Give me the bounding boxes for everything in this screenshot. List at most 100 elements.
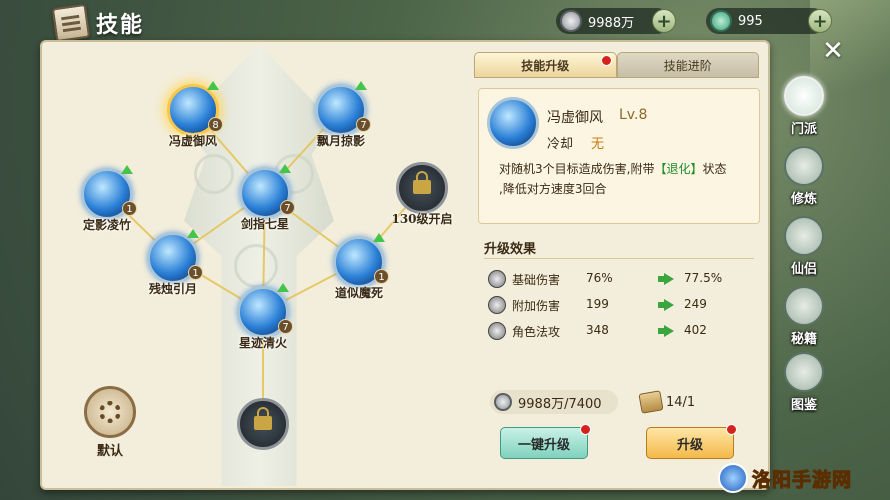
- skill-node[interactable]: 7 星迹清火: [237, 283, 293, 350]
- skill-node[interactable]: 1 道似魔死: [333, 233, 389, 300]
- codex-icon: [784, 352, 824, 392]
- notification-dot: [580, 424, 591, 435]
- side-nav-label: 修炼: [790, 192, 817, 207]
- skill-node[interactable]: 1 定影凌竹: [81, 165, 137, 232]
- sect-icon: [784, 76, 824, 116]
- divider: [484, 258, 754, 259]
- notification-dot: [600, 55, 612, 66]
- jade-amount: 995: [738, 13, 763, 29]
- cooldown-label: 冷却: [547, 137, 574, 152]
- silver-coin-icon: [560, 10, 582, 32]
- silver-cost: 9988万/7400: [490, 390, 618, 414]
- skill-level-badge: 7: [356, 117, 371, 132]
- stat-row: 角色法攻 348 402: [488, 320, 758, 344]
- header: 技能: [51, 3, 145, 43]
- tab-skill-upgrade[interactable]: 技能升级: [474, 52, 617, 78]
- skill-node-name: 星迹清火: [238, 336, 287, 350]
- stat-next: 77.5%: [684, 271, 723, 285]
- jade-icon: [710, 10, 732, 32]
- stat-next: 402: [684, 323, 707, 337]
- upgrade-button[interactable]: 升级: [646, 424, 737, 459]
- add-silver-button[interactable]: +: [652, 9, 676, 33]
- lock-icon: [254, 407, 272, 430]
- skill-node-name: 残烛引月: [148, 282, 197, 296]
- cloud-pattern: [194, 154, 234, 194]
- scroll-cost: 14/1: [636, 390, 746, 414]
- scroll-book-icon: [51, 3, 91, 43]
- desc-text: 对随机3个目标造成伤害,附带: [499, 162, 655, 176]
- upgrade-arrow-icon: [355, 81, 367, 90]
- stat-row: 附加伤害 199 249: [488, 294, 758, 318]
- manual-icon: [784, 286, 824, 326]
- tab-label: 技能升级: [521, 58, 570, 73]
- default-preset-label: 默认: [96, 444, 123, 459]
- tab-skill-advance[interactable]: 技能进阶: [616, 52, 759, 78]
- side-nav-label: 仙侣: [790, 262, 817, 277]
- side-nav-label: 门派: [790, 122, 817, 137]
- skill-level-badge: 7: [278, 319, 293, 334]
- skill-level-badge: 1: [122, 201, 137, 216]
- skill-node-name: 剑指七星: [240, 217, 289, 231]
- stat-name: 角色法攻: [512, 325, 561, 339]
- side-nav-codex[interactable]: 图鉴: [780, 352, 828, 416]
- locked-skill-node[interactable]: [237, 398, 289, 450]
- skill-name: 冯虚御风: [547, 110, 603, 126]
- side-nav-sect[interactable]: 门派: [780, 76, 828, 140]
- locked-orb: [237, 398, 289, 450]
- stat-current: 76%: [586, 271, 613, 285]
- watermark-logo-icon: [718, 463, 748, 493]
- desc-text: 状态: [702, 162, 727, 176]
- skill-node-name: 定影凌竹: [82, 218, 131, 232]
- cultivate-icon: [784, 146, 824, 186]
- skill-node[interactable]: 7 飘月掠影: [315, 81, 371, 148]
- side-nav-label: 图鉴: [790, 398, 817, 413]
- skill-node[interactable]: 8 冯虚御风: [167, 81, 223, 148]
- gear-icon: [99, 401, 121, 423]
- add-jade-button[interactable]: +: [808, 9, 832, 33]
- jade-currency: 995 +: [706, 8, 832, 34]
- tab-label: 技能进阶: [663, 58, 712, 73]
- silver-amount: 9988万: [588, 15, 635, 31]
- desc-text: ,降低对方速度3回合: [499, 182, 607, 196]
- skill-level: Lv.8: [619, 107, 648, 123]
- companion-icon: [784, 216, 824, 256]
- stat-icon: [488, 322, 506, 340]
- skill-level-badge: 1: [374, 269, 389, 284]
- silver-cost-value: 9988万/7400: [518, 396, 602, 412]
- desc-highlight: 【退化】: [654, 162, 703, 176]
- button-label: 一键升级: [517, 437, 570, 453]
- upgrade-arrow-icon: [277, 283, 289, 292]
- skill-node-name: 飘月掠影: [316, 134, 365, 148]
- skill-node[interactable]: 1 残烛引月: [147, 229, 203, 296]
- upgrade-arrow-icon: [121, 165, 133, 174]
- stat-current: 348: [586, 323, 609, 337]
- side-nav: 门派 修炼 仙侣 秘籍 图鉴: [768, 62, 836, 413]
- notification-dot: [726, 424, 737, 435]
- detail-tabs: 技能升级 技能进阶: [474, 52, 759, 78]
- upgrade-arrow-icon: [279, 164, 291, 173]
- side-nav-companion[interactable]: 仙侣: [780, 216, 828, 280]
- scroll-cost-value: 14/1: [666, 394, 696, 410]
- side-nav-cultivate[interactable]: 修炼: [780, 146, 828, 210]
- skill-level-badge: 7: [280, 200, 295, 215]
- stat-icon: [488, 296, 506, 314]
- stat-name: 基础伤害: [512, 273, 561, 287]
- cooldown-value: 无: [591, 137, 605, 152]
- locked-skill-node[interactable]: 130级开启: [391, 162, 453, 226]
- green-arrow-icon: [658, 273, 674, 285]
- green-arrow-icon: [658, 299, 674, 311]
- green-arrow-icon: [658, 325, 674, 337]
- upgrade-arrow-icon: [373, 233, 385, 242]
- one-click-upgrade-button[interactable]: 一键升级: [500, 424, 591, 459]
- watermark-text: 洛阳手游网: [751, 468, 853, 491]
- site-watermark: 洛阳手游网: [718, 462, 852, 494]
- side-nav-manual[interactable]: 秘籍: [780, 286, 828, 350]
- default-preset-button[interactable]: [84, 386, 136, 438]
- page-title: 技能: [96, 13, 145, 38]
- lock-icon: [413, 171, 431, 194]
- silver-currency: 9988万 +: [556, 8, 676, 34]
- skill-node[interactable]: 7 剑指七星: [239, 164, 295, 231]
- upgrade-arrow-icon: [187, 229, 199, 238]
- skill-level-badge: 8: [208, 117, 223, 132]
- button-label: 升级: [676, 437, 703, 453]
